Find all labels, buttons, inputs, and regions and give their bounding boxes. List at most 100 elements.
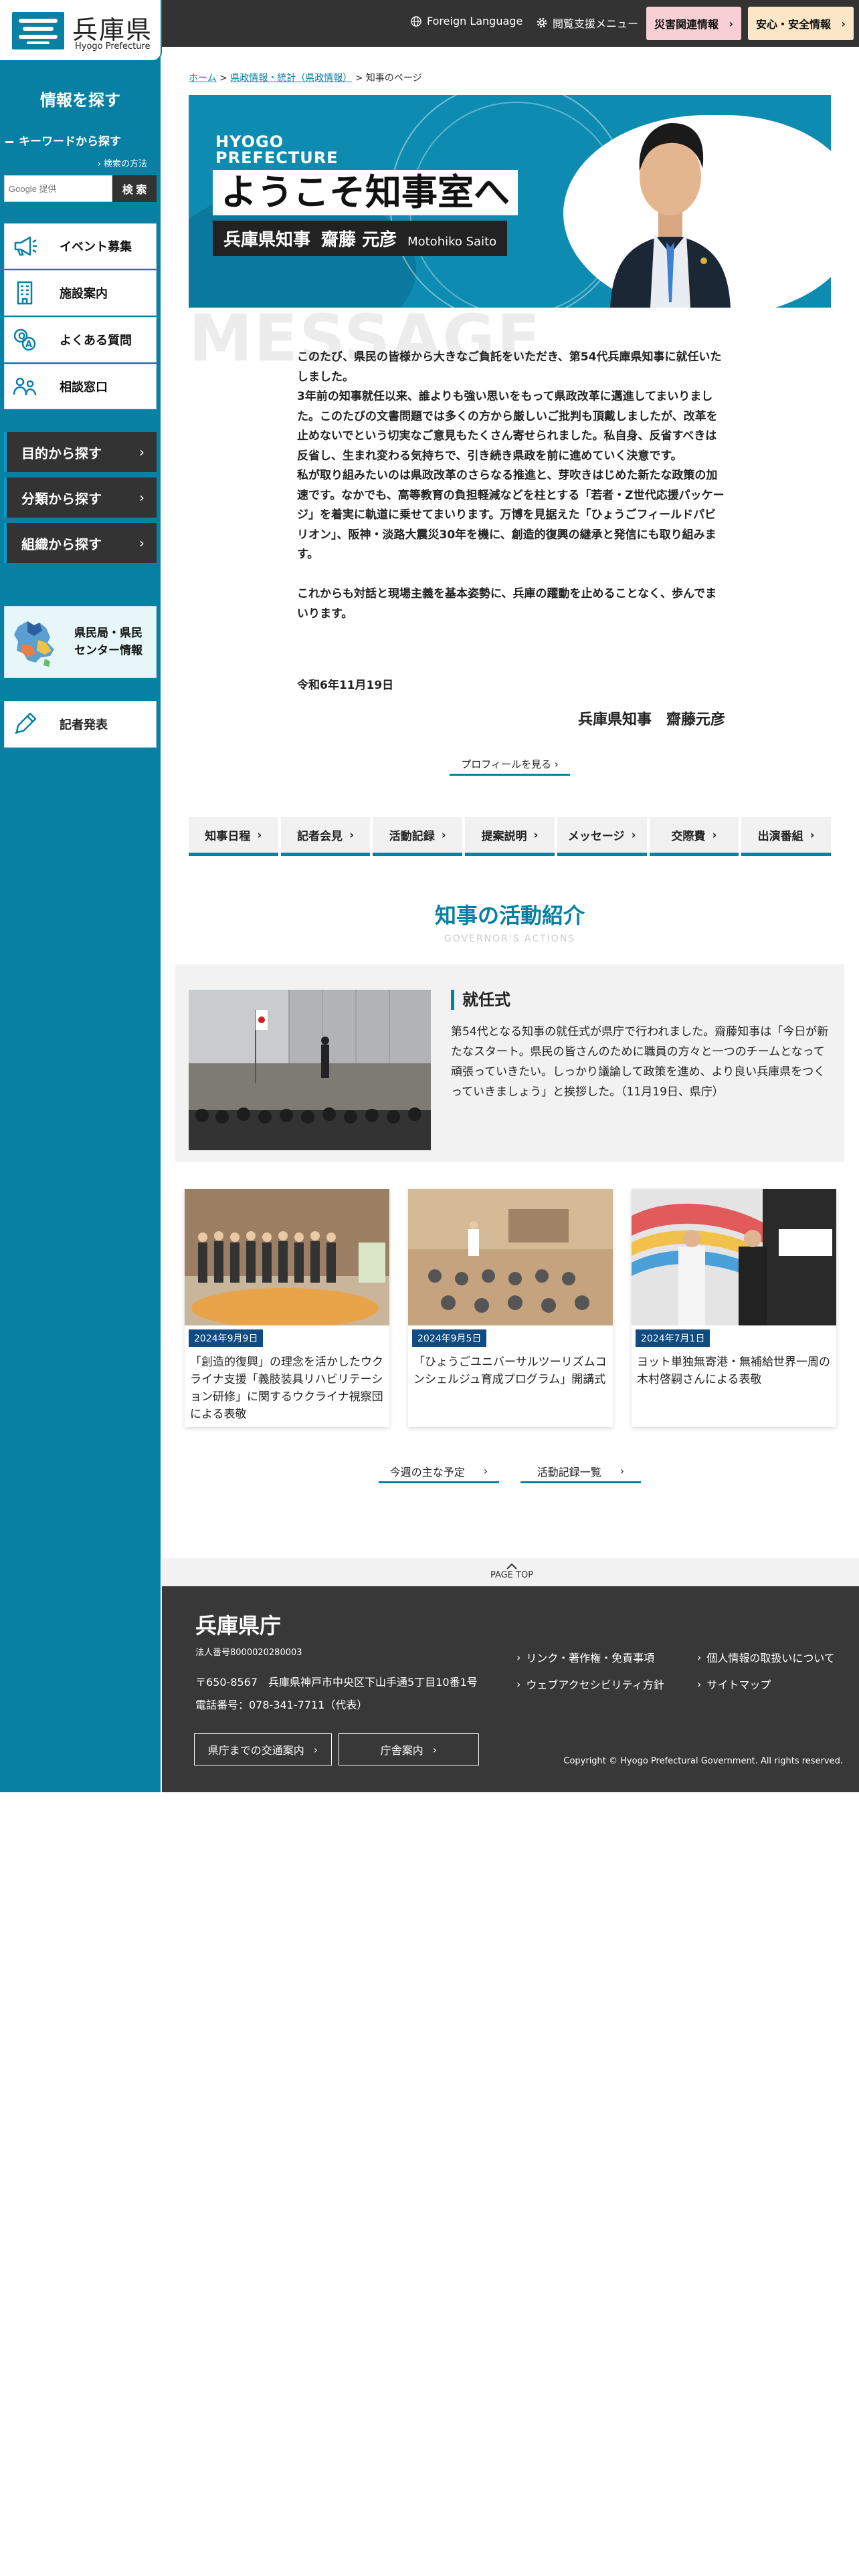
- chevron-right-icon: ›: [432, 1743, 438, 1756]
- chevron-right-icon: ›: [841, 17, 846, 30]
- activity-photo: [408, 1189, 613, 1325]
- search-usage-link[interactable]: › 検索の方法: [98, 156, 147, 169]
- breadcrumb-separator: >: [219, 73, 231, 84]
- gear-icon: [537, 17, 547, 28]
- tab-schedule[interactable]: 知事日程 ›: [189, 817, 278, 856]
- hero-name-romaji: Motohiko Saito: [407, 235, 497, 249]
- activity-caption: 「ひょうごユニバーサルツーリズムコンシェルジュ育成プログラム」開講式: [413, 1356, 607, 1386]
- feature-text: 第54代となる知事の就任式が県庁で行われました。齋藤知事は「今日が新たなスタート…: [451, 1025, 829, 1099]
- message-signature: 兵庫県知事 齋藤元彦: [577, 712, 725, 728]
- dark-item-label: 目的から探す: [21, 445, 102, 461]
- hero-banner: HYOGO PREFECTURE ようこそ知事室へ 兵庫県知事 齋藤 元彦 Mot…: [189, 95, 831, 308]
- tab-entertainment-expenses[interactable]: 交際費 ›: [649, 817, 739, 856]
- sidebar-item-faq[interactable]: QA よくある質問: [4, 317, 157, 362]
- tab-proposal[interactable]: 提案説明 ›: [465, 817, 555, 856]
- chevron-right-icon: ›: [631, 828, 636, 842]
- globe-icon: [411, 15, 421, 27]
- disaster-info-button[interactable]: 災害関連情報 ›: [646, 7, 741, 40]
- chevron-right-icon: ›: [729, 17, 733, 30]
- feature-activity[interactable]: 就任式 第54代となる知事の就任式が県庁で行われました。齋藤知事は「今日が新たな…: [175, 964, 844, 1162]
- breadcrumb-section[interactable]: 県政情報・統計（県政情報）: [230, 73, 352, 84]
- press-release-button[interactable]: 記者発表: [4, 701, 157, 748]
- search-input[interactable]: [4, 175, 112, 202]
- pen-icon: [5, 711, 45, 738]
- sidebar-item-consultation[interactable]: 相談窓口: [4, 364, 157, 409]
- profile-link[interactable]: プロフィールを見る ›: [450, 754, 570, 776]
- hero-role: 兵庫県知事: [223, 230, 311, 250]
- chevron-right-icon: ›: [516, 1650, 521, 1664]
- accessibility-menu-link[interactable]: 閲覧支援メニュー: [537, 15, 638, 31]
- activity-date: 2024年9月5日: [412, 1329, 487, 1347]
- hero-governor-name: 兵庫県知事 齋藤 元彦 Motohiko Saito: [213, 221, 508, 256]
- activity-card[interactable]: 2024年7月1日 ヨット単独無寄港・無補給世界一周の木村啓嗣さんによる表敬: [632, 1189, 836, 1427]
- search-by-organization[interactable]: 組織から探す ›: [4, 523, 157, 563]
- footer-link-accessibility[interactable]: › ウェブアクセシビリティ方針: [516, 1676, 664, 1692]
- safety-info-label: 安心・安全情報: [756, 18, 832, 31]
- footer-address: 〒650-8567 兵庫県神戸市中央区下山手通5丁目10番1号: [195, 1676, 478, 1689]
- activity-card[interactable]: 2024年9月5日 「ひょうごユニバーサルツーリズムコンシェルジュ育成プログラム…: [408, 1189, 613, 1427]
- disaster-info-label: 災害関連情報: [654, 18, 719, 31]
- breadcrumb-home[interactable]: ホーム: [189, 73, 217, 84]
- chevron-right-icon: ›: [257, 828, 262, 842]
- message-date: 令和6年11月19日: [297, 679, 394, 692]
- search-button[interactable]: 検 索: [112, 175, 157, 202]
- hero-name: 齋藤 元彦: [321, 230, 397, 250]
- message-paragraph: 私が取り組みたいのは県政改革のさらなる推進と、芽吹きはじめた新たな政策の加速です…: [297, 469, 725, 561]
- chevron-right-icon: ›: [139, 490, 145, 506]
- activity-card[interactable]: 2024年9月9日 「創造的復興」の理念を活かしたウクライナ支援「義肢装具リハビ…: [185, 1189, 389, 1427]
- breadcrumb-current: 知事のページ: [365, 73, 422, 84]
- chevron-right-icon: ›: [313, 1743, 318, 1756]
- activities-title: 知事の活動紹介: [434, 903, 585, 928]
- chevron-right-icon: ›: [619, 1465, 625, 1477]
- tab-activity-record[interactable]: 活動記録 ›: [373, 817, 463, 856]
- message-paragraph: 3年前の知事就任以来、誰よりも強い思いをもって県政改革に邁進してまいりました。こ…: [297, 390, 718, 463]
- accessibility-menu-label: 閲覧支援メニュー: [553, 17, 639, 30]
- page-top-button[interactable]: PAGE TOP: [468, 1558, 555, 1580]
- tab-tv-appearances[interactable]: 出演番組 ›: [741, 817, 832, 856]
- tab-message[interactable]: メッセージ ›: [557, 817, 647, 856]
- activity-list-link[interactable]: 活動記録一覧 ›: [520, 1461, 641, 1483]
- logo-subtitle: Hyogo Prefecture: [75, 41, 151, 51]
- breadcrumb: ホーム > 県政情報・統計（県政情報） > 知事のページ: [189, 71, 422, 84]
- building-guide-button[interactable]: 庁舎案内 ›: [339, 1733, 479, 1765]
- weekly-schedule-link[interactable]: 今週の主な予定 ›: [379, 1461, 499, 1483]
- activity-date: 2024年7月1日: [636, 1329, 710, 1347]
- megaphone-icon: [5, 223, 45, 269]
- chevron-right-icon: ›: [139, 444, 145, 460]
- tab-press-conference[interactable]: 記者会見 ›: [280, 817, 371, 856]
- footer-title: 兵庫県庁: [195, 1613, 282, 1638]
- sidebar-item-facilities[interactable]: 施設案内: [4, 270, 157, 316]
- copyright: Copyright © Hyogo Prefectural Government…: [563, 1756, 843, 1766]
- top-bar: Foreign Language 閲覧支援メニュー 災害関連情報 › 安心・安全情…: [162, 0, 859, 47]
- chevron-right-icon: ›: [139, 535, 145, 551]
- sidebar-item-label: 施設案内: [60, 287, 108, 301]
- activity-date: 2024年9月9日: [189, 1329, 264, 1347]
- foreign-language-link[interactable]: Foreign Language: [411, 15, 522, 27]
- chevron-right-icon: ›: [97, 159, 101, 169]
- footer-link-privacy[interactable]: › 個人情報の取扱いについて: [697, 1649, 835, 1665]
- prefectural-center-card[interactable]: 県民局・県民 センター情報: [4, 606, 157, 678]
- chevron-right-icon: ›: [483, 1465, 488, 1477]
- hero-title: ようこそ知事室へ: [213, 170, 518, 215]
- chevron-up-icon: [506, 1563, 517, 1570]
- sidebar-item-label: イベント募集: [60, 240, 132, 254]
- sidebar-item-label: よくある質問: [60, 334, 132, 348]
- chevron-right-icon: ›: [809, 828, 815, 842]
- site-logo[interactable]: 兵庫県 Hyogo Prefecture: [0, 0, 162, 62]
- search-by-purpose[interactable]: 目的から探す ›: [4, 432, 157, 472]
- governor-portrait-image: [610, 123, 731, 308]
- hero-english-label: HYOGO PREFECTURE: [215, 132, 339, 167]
- safety-info-button[interactable]: 安心・安全情報 ›: [748, 7, 854, 40]
- footer-link-sitemap[interactable]: › サイトマップ: [697, 1676, 771, 1692]
- chevron-right-icon: ›: [697, 1650, 702, 1664]
- sidebar-item-events[interactable]: イベント募集: [4, 223, 157, 269]
- footer-link-copyright[interactable]: › リンク・著作権・免責事項: [516, 1649, 654, 1665]
- governor-message: このたび、県民の皆様から大きなご負託をいただき、第54代兵庫県知事に就任いたしま…: [297, 348, 725, 624]
- corporate-number: 法人番号8000020280003: [195, 1648, 302, 1658]
- search-by-category[interactable]: 分類から探す ›: [4, 477, 157, 518]
- chevron-right-icon: ›: [697, 1677, 702, 1691]
- chevron-right-icon: ›: [554, 758, 559, 770]
- sidebar: 兵庫県 Hyogo Prefecture 情報を探す キーワードから探す › 検…: [0, 0, 162, 1792]
- access-info-button[interactable]: 県庁までの交通案内 ›: [194, 1733, 332, 1765]
- message-paragraph: これからも対話と現場主義を基本姿勢に、兵庫の躍動を止めることなく、歩んでまいりま…: [297, 587, 717, 621]
